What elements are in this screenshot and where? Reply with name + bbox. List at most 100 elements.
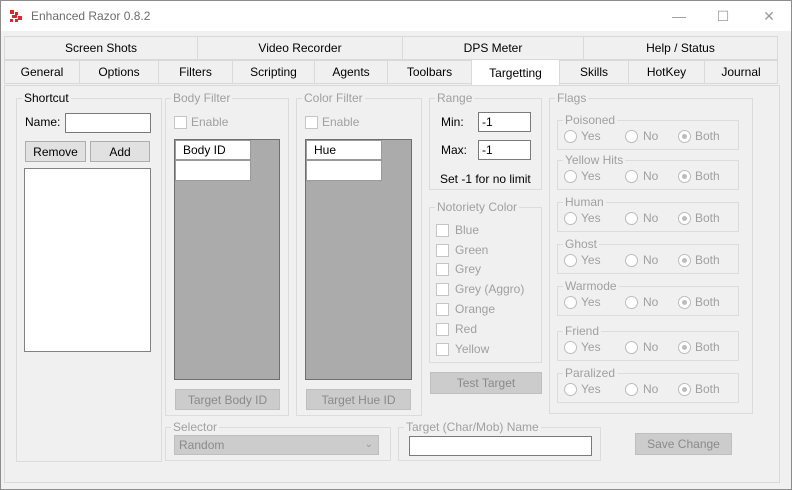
paralized-no-radio[interactable] xyxy=(625,383,638,396)
tab-filters[interactable]: Filters xyxy=(158,60,233,84)
warmode-both-label: Both xyxy=(695,295,720,309)
range-max-input[interactable] xyxy=(478,140,531,160)
selector-dropdown[interactable]: Random ⌄ xyxy=(174,435,379,455)
ghost-both-radio[interactable] xyxy=(678,254,691,267)
ghost-yes-radio[interactable] xyxy=(564,254,577,267)
target-hue-id-button[interactable]: Target Hue ID xyxy=(306,389,411,410)
friend-no-radio[interactable] xyxy=(625,341,638,354)
notoriety-grey-aggro-checkbox[interactable] xyxy=(436,283,449,296)
human-no-radio[interactable] xyxy=(625,212,638,225)
human-yes-radio[interactable] xyxy=(564,212,577,225)
hue-grid[interactable]: Hue xyxy=(305,139,412,380)
tab-toolbars[interactable]: Toolbars xyxy=(387,60,472,84)
add-button[interactable]: Add xyxy=(90,141,150,162)
body-filter-enable-label: Enable xyxy=(191,115,229,129)
ghost-no-label: No xyxy=(643,253,659,267)
app-window: Enhanced Razor 0.8.2 — ☐ ✕ Screen Shots … xyxy=(0,0,792,490)
yellow-hits-no-label: No xyxy=(643,169,659,183)
range-title: Range xyxy=(435,91,475,105)
body-id-new-row[interactable] xyxy=(175,160,251,181)
razor-app-icon xyxy=(10,10,22,22)
save-change-label: Save Change xyxy=(647,437,720,451)
range-hint: Set -1 for no limit xyxy=(440,172,531,186)
paralized-both-label: Both xyxy=(695,382,720,396)
tab-help-status[interactable]: Help / Status xyxy=(583,36,778,60)
yellow-hits-no-radio[interactable] xyxy=(625,170,638,183)
target-name-input[interactable] xyxy=(409,436,592,456)
flag-warmode-title: Warmode xyxy=(563,279,619,293)
maximize-button[interactable]: ☐ xyxy=(700,1,746,31)
minimize-button[interactable]: — xyxy=(656,1,702,31)
tab-skills[interactable]: Skills xyxy=(559,60,629,84)
poisoned-no-radio[interactable] xyxy=(625,130,638,143)
notoriety-green-label: Green xyxy=(455,243,489,257)
friend-yes-radio[interactable] xyxy=(564,341,577,354)
notoriety-blue-checkbox[interactable] xyxy=(436,224,449,237)
warmode-both-radio[interactable] xyxy=(678,296,691,309)
close-button[interactable]: ✕ xyxy=(746,1,792,31)
yellow-hits-both-label: Both xyxy=(695,169,720,183)
flag-paralized-group: Paralized Yes No Both xyxy=(557,366,739,403)
tab-targetting[interactable]: Targetting xyxy=(471,59,560,85)
flag-ghost-group: Ghost Yes No Both xyxy=(557,237,739,274)
friend-both-radio[interactable] xyxy=(678,341,691,354)
color-filter-enable-checkbox[interactable] xyxy=(305,116,318,129)
human-both-radio[interactable] xyxy=(678,212,691,225)
chevron-down-icon: ⌄ xyxy=(364,439,373,450)
remove-button[interactable]: Remove xyxy=(25,141,86,162)
tab-label: Scripting xyxy=(250,65,297,79)
notoriety-orange-label: Orange xyxy=(455,302,496,316)
remove-button-label: Remove xyxy=(33,144,78,159)
max-label: Max: xyxy=(441,143,468,157)
name-label: Name: xyxy=(25,115,61,129)
tab-scripting[interactable]: Scripting xyxy=(232,60,315,84)
body-filter-enable-checkbox[interactable] xyxy=(174,116,187,129)
tab-screen-shots[interactable]: Screen Shots xyxy=(4,36,198,60)
save-change-button[interactable]: Save Change xyxy=(635,433,732,455)
tab-label: DPS Meter xyxy=(463,41,523,55)
warmode-no-label: No xyxy=(643,295,659,309)
warmode-yes-radio[interactable] xyxy=(564,296,577,309)
tab-hotkey[interactable]: HotKey xyxy=(628,60,705,84)
poisoned-yes-radio[interactable] xyxy=(564,130,577,143)
ghost-no-radio[interactable] xyxy=(625,254,638,267)
shortcut-name-input[interactable] xyxy=(65,113,151,133)
target-body-id-button[interactable]: Target Body ID xyxy=(175,389,280,410)
notoriety-yellow-checkbox[interactable] xyxy=(436,343,449,356)
notoriety-red-checkbox[interactable] xyxy=(436,323,449,336)
poisoned-both-radio[interactable] xyxy=(678,130,691,143)
friend-both-label: Both xyxy=(695,340,720,354)
tab-dps-meter[interactable]: DPS Meter xyxy=(402,36,584,60)
paralized-both-radio[interactable] xyxy=(678,383,691,396)
tab-label: Agents xyxy=(332,65,370,79)
target-name-title: Target (Char/Mob) Name xyxy=(404,420,541,434)
tab-journal[interactable]: Journal xyxy=(704,60,778,84)
target-name-group: Target (Char/Mob) Name xyxy=(398,420,601,461)
selector-group: Selector Random ⌄ xyxy=(165,420,391,461)
test-target-button[interactable]: Test Target xyxy=(430,372,542,394)
tab-video-recorder[interactable]: Video Recorder xyxy=(197,36,403,60)
notoriety-orange-checkbox[interactable] xyxy=(436,303,449,316)
yellow-hits-yes-radio[interactable] xyxy=(564,170,577,183)
paralized-yes-radio[interactable] xyxy=(564,383,577,396)
notoriety-grey-checkbox[interactable] xyxy=(436,263,449,276)
notoriety-green-checkbox[interactable] xyxy=(436,244,449,257)
flag-friend-title: Friend xyxy=(563,324,602,338)
yellow-hits-both-radio[interactable] xyxy=(678,170,691,183)
friend-no-label: No xyxy=(643,340,659,354)
tab-options[interactable]: Options xyxy=(79,60,159,84)
color-filter-group: Color Filter Enable Hue Target Hue ID xyxy=(296,91,422,416)
shortcut-list[interactable] xyxy=(24,168,151,352)
body-id-grid[interactable]: Body ID xyxy=(174,139,280,380)
hue-new-row[interactable] xyxy=(306,160,382,181)
range-min-input[interactable] xyxy=(478,112,531,132)
flag-poisoned-group: Poisoned Yes No Both xyxy=(557,113,739,150)
tab-label: Skills xyxy=(579,65,608,79)
notoriety-yellow-label: Yellow xyxy=(455,342,490,356)
flag-paralized-title: Paralized xyxy=(563,366,618,380)
ghost-yes-label: Yes xyxy=(581,253,601,267)
tab-general[interactable]: General xyxy=(4,60,80,84)
human-yes-label: Yes xyxy=(581,211,601,225)
tab-agents[interactable]: Agents xyxy=(314,60,388,84)
warmode-no-radio[interactable] xyxy=(625,296,638,309)
